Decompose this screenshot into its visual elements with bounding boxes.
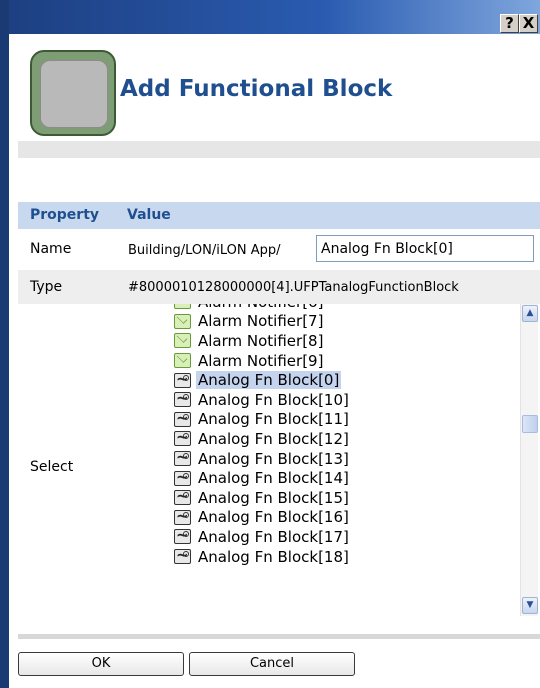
tree-item[interactable]: Alarm Notifier[7] <box>155 312 505 332</box>
name-input[interactable] <box>316 235 534 262</box>
scroll-thumb[interactable] <box>522 415 538 433</box>
function-block-icon <box>174 448 191 467</box>
tree-item-label: Alarm Notifier[7] <box>198 312 324 331</box>
tree-items: Alarm Notifier[6]Alarm Notifier[7]Alarm … <box>155 304 505 566</box>
tree-item-label: Analog Fn Block[10] <box>198 390 349 409</box>
tree-item[interactable]: Analog Fn Block[16] <box>155 507 505 528</box>
dialog-header: Add Functional Block <box>9 34 540 142</box>
window-left-edge <box>0 0 9 688</box>
tree-item[interactable]: Alarm Notifier[6] <box>155 304 505 312</box>
tree-item-label: Analog Fn Block[11] <box>198 410 349 429</box>
scroll-down-button[interactable]: ▼ <box>522 597 538 614</box>
tree-item[interactable]: Alarm Notifier[9] <box>155 351 505 371</box>
property-table: Property Value Name Building/LON/iLON Ap… <box>18 202 540 632</box>
type-label: Type <box>30 279 63 295</box>
function-block-icon <box>174 370 191 388</box>
tree-item[interactable]: Analog Fn Block[10] <box>155 389 505 410</box>
tree-item-label: Alarm Notifier[6] <box>196 304 325 311</box>
app-icon <box>30 50 116 136</box>
tree-item-label: Analog Fn Block[12] <box>198 429 349 448</box>
tree-item[interactable]: Analog Fn Block[11] <box>155 409 505 430</box>
table-row-type: Type #8000010128000000[4].UFPTanalogFunc… <box>18 270 540 304</box>
function-block-icon <box>174 526 191 545</box>
select-label: Select <box>30 459 74 475</box>
type-value: #8000010128000000[4].UFPTanalogFunctionB… <box>128 280 459 295</box>
tree-item-label: Analog Fn Block[15] <box>198 488 349 507</box>
footer-divider <box>18 634 540 639</box>
scroll-up-button[interactable]: ▲ <box>522 305 538 322</box>
page-title: Add Functional Block <box>120 76 393 102</box>
tree-item[interactable]: Alarm Notifier[8] <box>155 331 505 351</box>
ok-button[interactable]: OK <box>18 652 184 676</box>
titlebar: ? X <box>0 0 540 34</box>
header-divider <box>18 141 540 158</box>
tree-item[interactable]: Analog Fn Block[12] <box>155 428 505 449</box>
close-button[interactable]: X <box>519 14 538 33</box>
tree-item[interactable]: Analog Fn Block[14] <box>155 468 505 488</box>
function-block-icon <box>174 468 191 486</box>
cancel-button[interactable]: Cancel <box>189 652 355 676</box>
tree-item-label: Analog Fn Block[14] <box>198 469 349 488</box>
tree-item-label: Analog Fn Block[13] <box>198 449 349 468</box>
name-label: Name <box>30 241 72 257</box>
table-row-name: Name Building/LON/iLON App/ <box>18 229 540 270</box>
function-block-icon <box>174 487 191 506</box>
envelope-icon <box>174 313 191 329</box>
help-button[interactable]: ? <box>500 14 519 33</box>
tree-item[interactable]: Analog Fn Block[0] <box>155 370 505 390</box>
tree-scrollbar[interactable]: ▲ ▼ <box>520 304 538 616</box>
function-block-icon <box>174 546 191 565</box>
tree-item-label: Analog Fn Block[17] <box>198 527 349 546</box>
tree-item[interactable]: Analog Fn Block[13] <box>155 448 505 469</box>
column-header-value: Value <box>127 207 171 223</box>
block-tree-list[interactable]: Alarm Notifier[6]Alarm Notifier[7]Alarm … <box>155 304 535 624</box>
tree-item-label: Alarm Notifier[8] <box>198 331 324 350</box>
envelope-icon <box>174 304 191 310</box>
function-block-icon <box>174 507 191 525</box>
table-header-row: Property Value <box>18 202 540 229</box>
function-block-icon <box>174 389 191 408</box>
tree-item[interactable]: Analog Fn Block[15] <box>155 487 505 508</box>
tree-item[interactable]: Analog Fn Block[18] <box>155 546 505 567</box>
tree-item[interactable]: Analog Fn Block[17] <box>155 526 505 547</box>
column-header-property: Property <box>30 207 100 223</box>
tree-item-label: Analog Fn Block[16] <box>198 508 349 527</box>
add-functional-block-dialog: ? X Add Functional Block Property Value … <box>0 0 540 688</box>
table-row-select: Select Alarm Notifier[6]Alarm Notifier[7… <box>18 304 540 632</box>
tree-item-label: Alarm Notifier[9] <box>198 351 324 370</box>
function-block-icon <box>174 409 191 427</box>
envelope-icon <box>174 333 191 349</box>
envelope-icon <box>174 353 191 369</box>
tree-item-label: Analog Fn Block[0] <box>196 371 342 390</box>
tree-item-label: Analog Fn Block[18] <box>198 547 349 566</box>
name-path-prefix: Building/LON/iLON App/ <box>128 243 281 258</box>
function-block-icon <box>174 428 191 447</box>
